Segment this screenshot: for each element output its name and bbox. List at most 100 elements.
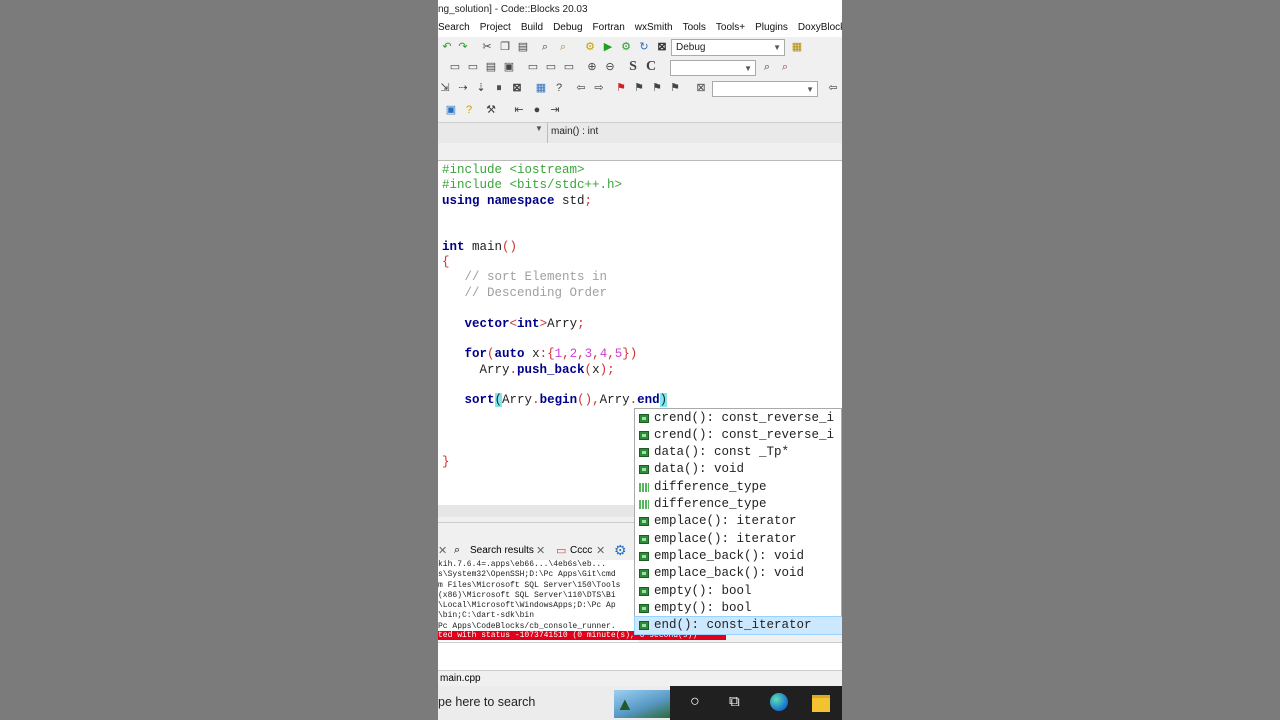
find-icon[interactable]: ⌕ xyxy=(538,40,552,54)
code-token: , xyxy=(577,347,585,362)
debug-info-icon[interactable]: ? xyxy=(552,81,566,95)
debug-step-into-icon[interactable]: ⇣ xyxy=(474,81,488,95)
build-target-select[interactable]: Debug ▼ xyxy=(671,39,785,56)
rect-icon[interactable]: ▭ xyxy=(526,60,540,74)
window-icon[interactable]: ▣ xyxy=(444,103,458,117)
method-icon xyxy=(639,621,649,631)
replace-icon[interactable]: ⌕ xyxy=(556,40,570,54)
debug-step-icon[interactable]: ⇲ xyxy=(438,81,452,95)
cortana-icon[interactable]: ○ xyxy=(690,693,700,711)
jump-back-icon[interactable]: ⇤ xyxy=(512,103,526,117)
horizontal-scrollbar[interactable] xyxy=(438,505,638,517)
stop-icon[interactable]: ⊠ xyxy=(510,81,524,95)
code-token: main xyxy=(472,239,503,254)
close-icon[interactable]: ✕ xyxy=(536,544,545,557)
flag-prev-icon[interactable]: ⚑ xyxy=(632,81,646,95)
code-token: #include <iostream> xyxy=(442,163,585,177)
autocomplete-item[interactable]: data(): const _Tp* xyxy=(635,444,842,461)
menu-item-fortran[interactable]: Fortran xyxy=(593,22,625,33)
menu-item-tools[interactable]: Tools xyxy=(683,22,706,33)
menu-item-wxsmith[interactable]: wxSmith xyxy=(635,22,673,33)
code-token: ) xyxy=(659,393,668,408)
s-icon[interactable]: S xyxy=(626,60,640,74)
block-icon-4[interactable]: ▣ xyxy=(502,60,516,74)
autocomplete-item[interactable]: difference_type xyxy=(635,479,842,496)
c-icon[interactable]: C xyxy=(644,60,658,74)
run-icon[interactable]: ▶ xyxy=(601,40,615,54)
autocomplete-item[interactable]: emplace(): iterator xyxy=(635,513,842,530)
redo-icon[interactable]: ↷ xyxy=(456,40,470,54)
autocomplete-item-text: emplace(): iterator xyxy=(654,531,797,546)
search-icon[interactable]: ⌕ xyxy=(760,60,774,74)
code-token: // Descending Order xyxy=(464,285,608,300)
menu-item-tools-[interactable]: Tools+ xyxy=(716,22,745,33)
flag-clear-icon[interactable]: ⚑ xyxy=(668,81,682,95)
zoom-out-icon[interactable]: ⊖ xyxy=(603,60,617,74)
rebuild-icon[interactable]: ↻ xyxy=(637,40,651,54)
autocomplete-item[interactable]: emplace_back(): void xyxy=(635,548,842,565)
build-and-run-icon[interactable]: ⚙ xyxy=(619,40,633,54)
back-icon[interactable]: ⇦ xyxy=(826,81,840,95)
autocomplete-item[interactable]: empty(): bool xyxy=(635,583,842,600)
rect-icon-3[interactable]: ▭ xyxy=(562,60,576,74)
undo-icon[interactable]: ↶ xyxy=(440,40,454,54)
copy-icon[interactable]: ❐ xyxy=(498,40,512,54)
codeblocks-window: ng_solution] - Code::Blocks 20.03 Search… xyxy=(438,0,842,720)
flag-next-icon[interactable]: ⚑ xyxy=(650,81,664,95)
taskbar-search-box[interactable]: pe here to search ▲ xyxy=(438,686,670,720)
build-gear-icon[interactable]: ⚙ xyxy=(583,40,597,54)
wrench-icon[interactable]: ⚒ xyxy=(484,103,498,117)
autocomplete-item[interactable]: data(): void xyxy=(635,461,842,478)
debug-combo[interactable]: ▼ xyxy=(712,81,818,97)
next-bookmark-icon[interactable]: ⇨ xyxy=(592,81,606,95)
menu-item-project[interactable]: Project xyxy=(480,22,511,33)
gear-icon[interactable]: ⚙ xyxy=(614,542,627,559)
task-view-icon[interactable]: ⧉ xyxy=(729,693,740,710)
tab-search-results[interactable]: Search results xyxy=(470,545,534,556)
debug-next-icon[interactable]: ⇢ xyxy=(456,81,470,95)
block-icon[interactable]: ▭ xyxy=(448,60,462,74)
search-combo[interactable]: ▼ xyxy=(670,60,756,76)
jump-forward-icon[interactable]: ⇥ xyxy=(548,103,562,117)
dot-icon[interactable]: ● xyxy=(530,103,544,117)
block-icon-3[interactable]: ▤ xyxy=(484,60,498,74)
edge-icon[interactable] xyxy=(770,693,788,711)
code-token: ; xyxy=(577,316,585,331)
rect-icon-2[interactable]: ▭ xyxy=(544,60,558,74)
pause-icon[interactable]: ⏸ xyxy=(492,81,506,95)
menu-item-doxyblocks[interactable]: DoxyBlocks xyxy=(798,22,842,33)
cut-icon[interactable]: ✂ xyxy=(480,40,494,54)
autocomplete-item[interactable]: crend(): const_reverse_i xyxy=(635,410,842,427)
help-icon[interactable]: ? xyxy=(462,103,476,117)
autocomplete-item[interactable]: emplace(): iterator xyxy=(635,531,842,548)
menu-item-search[interactable]: Search xyxy=(438,22,470,33)
autocomplete-item[interactable]: crend(): const_reverse_i xyxy=(635,427,842,444)
menu-item-plugins[interactable]: Plugins xyxy=(755,22,788,33)
close-icon[interactable]: ✕ xyxy=(596,544,605,557)
autocomplete-popup[interactable]: crend(): const_reverse_i crend(): const_r… xyxy=(634,408,842,636)
search-options-icon[interactable]: ⌕ xyxy=(778,60,792,74)
tab-cccc[interactable]: Cccc xyxy=(570,545,592,556)
prev-bookmark-icon[interactable]: ⇦ xyxy=(574,81,588,95)
flag-icon[interactable]: ⚑ xyxy=(614,81,628,95)
autocomplete-item[interactable]: end(): const_iterator xyxy=(634,616,842,636)
paste-icon[interactable]: ▤ xyxy=(516,40,530,54)
doxy-icon[interactable]: ⊠ xyxy=(694,81,708,95)
close-icon[interactable]: ✕ xyxy=(438,544,447,557)
menu-item-build[interactable]: Build xyxy=(521,22,543,33)
target-options-icon[interactable]: ▦ xyxy=(790,40,804,54)
abort-icon[interactable]: ⊠ xyxy=(655,40,669,54)
autocomplete-item[interactable]: emplace_back(): void xyxy=(635,565,842,582)
chevron-down-icon[interactable]: ▼ xyxy=(535,124,543,133)
zoom-in-icon[interactable]: ⊕ xyxy=(585,60,599,74)
block-icon-2[interactable]: ▭ xyxy=(466,60,480,74)
debug-windows-icon[interactable]: ▦ xyxy=(534,81,548,95)
autocomplete-item[interactable]: difference_type xyxy=(635,496,842,513)
menu-item-debug[interactable]: Debug xyxy=(553,22,582,33)
file-explorer-icon[interactable] xyxy=(812,695,830,712)
code-token: push_back xyxy=(517,362,585,377)
function-scope-select[interactable]: main() : int xyxy=(551,126,598,137)
autocomplete-item[interactable]: empty(): bool xyxy=(635,600,842,617)
code-token: std xyxy=(562,193,585,208)
